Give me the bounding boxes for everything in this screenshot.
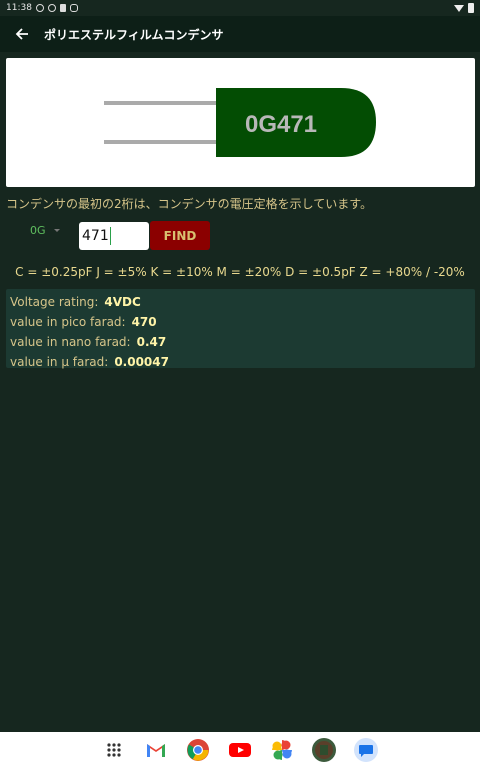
description-text: コンデンサの最初の2桁は、コンデンサの電圧定格を示しています。 (6, 197, 373, 211)
text-cursor (109, 227, 111, 245)
back-button[interactable] (0, 16, 44, 52)
result-row: value in nano farad: 0.47 (10, 332, 475, 352)
result-row: value in pico farad: 470 (10, 312, 475, 332)
result-label: value in nano farad: (10, 335, 131, 349)
tolerance-legend: C = ±0.25pF J = ±5% K = ±10% M = ±20% D … (15, 265, 465, 279)
result-value: 470 (131, 315, 157, 329)
capacitance-code-input[interactable]: 471 (79, 222, 149, 250)
sim-icon (59, 4, 66, 12)
photos-icon[interactable] (270, 738, 294, 762)
capacitor-image: 0G471 (6, 58, 475, 187)
result-label: value in μ farad: (10, 355, 109, 369)
find-row: 0G 471 FIND (0, 220, 480, 250)
status-time: 11:38 (6, 3, 32, 13)
result-row: value in μ farad: 0.00047 (10, 352, 475, 372)
capacitance-code-value: 471 (82, 228, 109, 244)
result-value: 0.00047 (114, 355, 169, 369)
voltage-code-value: 0G (30, 223, 46, 237)
result-label: Voltage rating: (10, 295, 99, 309)
result-value: 4VDC (104, 295, 141, 309)
sync-icon (47, 4, 56, 12)
app-drawer-icon[interactable] (102, 738, 126, 762)
app-bar: ポリエステルフィルムコンデンサ (0, 16, 480, 52)
page-title: ポリエステルフィルムコンデンサ (44, 27, 224, 42)
chrome-icon[interactable] (186, 738, 210, 762)
wifi-icon (454, 4, 464, 12)
find-button[interactable]: FIND (150, 221, 210, 250)
at-icon (69, 4, 78, 12)
alert-icon (35, 4, 44, 12)
voltage-code-dropdown[interactable]: 0G (30, 222, 70, 238)
arrow-back-icon (15, 28, 28, 40)
messages-icon[interactable] (354, 738, 378, 762)
gmail-icon[interactable] (144, 738, 168, 762)
dropdown-arrow-icon (53, 228, 60, 232)
result-row: Voltage rating: 4VDC (10, 292, 475, 312)
youtube-icon[interactable] (228, 738, 252, 762)
taskbar (0, 732, 480, 768)
status-bar: 11:38 (0, 0, 480, 16)
capacitor-app-icon[interactable] (312, 738, 336, 762)
result-value: 0.47 (136, 335, 167, 349)
capacitor-code-label: 0G471 (245, 111, 317, 138)
results-panel: Voltage rating: 4VDC value in pico farad… (6, 289, 475, 369)
battery-icon (468, 3, 474, 13)
result-label: value in pico farad: (10, 315, 126, 329)
